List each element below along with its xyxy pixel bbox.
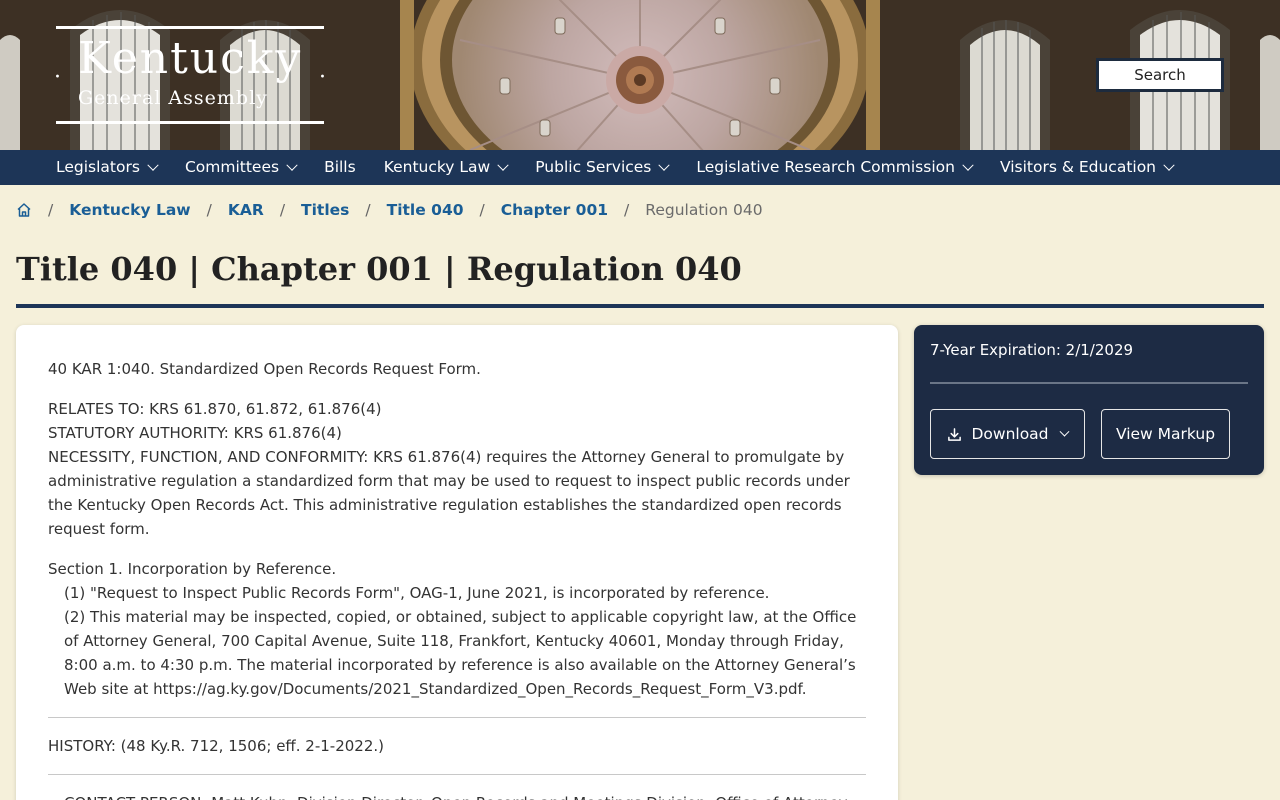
chevron-down-icon — [1059, 426, 1069, 437]
nav-item-public-services[interactable]: Public Services — [535, 150, 671, 185]
expiration-date: 7-Year Expiration: 2/1/2029 — [930, 341, 1134, 359]
nav-item-label: Kentucky Law — [383, 158, 491, 176]
divider — [48, 774, 866, 775]
chevron-down-icon — [658, 159, 671, 171]
nav-item-label: Visitors & Education — [999, 158, 1157, 176]
regulation-text: 40 KAR 1:040. Standardized Open Records … — [48, 357, 866, 800]
statutory-authority: STATUTORY AUTHORITY: KRS 61.876(4) — [48, 424, 342, 442]
download-label: Download — [971, 425, 1049, 443]
download-icon — [948, 427, 962, 441]
regulation-card: 40 KAR 1:040. Standardized Open Records … — [16, 325, 898, 800]
breadcrumb-separator: / — [479, 201, 485, 219]
breadcrumb-chapter-001[interactable]: Chapter 001 — [501, 201, 608, 219]
nav-item-label: Legislative Research Commission — [696, 158, 955, 176]
contact-person: CONTACT PERSON: Matt Kuhn, Division Dire… — [48, 791, 866, 800]
home-icon[interactable] — [16, 202, 32, 218]
breadcrumb-separator: / — [365, 201, 371, 219]
logo-subtitle: General Assembly — [78, 87, 268, 109]
site-header: · Kentucky · General Assembly Search — [0, 0, 1280, 150]
regulation-info-panel: 7-Year Expiration: 2/1/2029 Download Vie… — [914, 325, 1264, 475]
nav-item-bills[interactable]: Bills — [324, 150, 356, 185]
logo-dot-left: · — [54, 65, 61, 90]
site-logo[interactable]: · Kentucky · General Assembly — [54, 26, 326, 124]
breadcrumb: / Kentucky Law / KAR / Titles / Title 04… — [16, 198, 763, 222]
nav-item-kentucky-law[interactable]: Kentucky Law — [383, 150, 509, 185]
nav-item-label: Legislators — [56, 158, 140, 176]
view-markup-button[interactable]: View Markup — [1101, 409, 1230, 459]
nav-item-legislators[interactable]: Legislators — [56, 150, 159, 185]
breadcrumb-kar[interactable]: KAR — [228, 201, 264, 219]
relates-to: RELATES TO: KRS 61.870, 61.872, 61.876(4… — [48, 400, 382, 418]
chevron-down-icon — [1163, 159, 1175, 171]
title-divider — [16, 304, 1264, 308]
logo-dot-right: · — [319, 65, 326, 90]
chevron-down-icon — [147, 159, 159, 171]
nav-item-label: Public Services — [535, 158, 652, 176]
regulation-heading: 40 KAR 1:040. Standardized Open Records … — [48, 360, 481, 378]
breadcrumb-separator: / — [48, 201, 54, 219]
chevron-down-icon — [962, 159, 974, 171]
search-button[interactable]: Search — [1096, 58, 1224, 92]
section-1-item-1: (1) "Request to Inspect Public Records F… — [64, 584, 770, 602]
main-nav: Legislators Committees Bills Kentucky La… — [0, 150, 1280, 185]
download-button[interactable]: Download — [930, 409, 1085, 459]
logo-title: Kentucky — [78, 33, 303, 84]
breadcrumb-current: Regulation 040 — [645, 201, 763, 219]
breadcrumb-separator: / — [624, 201, 630, 219]
section-1-item-2: (2) This material may be inspected, copi… — [64, 608, 857, 698]
page-title: Title 040 | Chapter 001 | Regulation 040 — [16, 250, 742, 288]
chevron-down-icon — [286, 159, 298, 171]
divider — [48, 717, 866, 718]
nav-item-label: Bills — [324, 158, 356, 176]
breadcrumb-kentucky-law[interactable]: Kentucky Law — [69, 201, 190, 219]
breadcrumb-separator: / — [206, 201, 212, 219]
section-1-heading: Section 1. Incorporation by Reference. — [48, 560, 337, 578]
necessity-function: NECESSITY, FUNCTION, AND CONFORMITY: KRS… — [48, 448, 850, 538]
nav-item-committees[interactable]: Committees — [184, 150, 298, 185]
nav-item-label: Committees — [184, 158, 280, 176]
breadcrumb-titles[interactable]: Titles — [301, 201, 349, 219]
chevron-down-icon — [497, 159, 509, 171]
history: HISTORY: (48 Ky.R. 712, 1506; eff. 2-1-2… — [48, 737, 384, 755]
breadcrumb-separator: / — [279, 201, 286, 219]
nav-item-lrc[interactable]: Legislative Research Commission — [696, 150, 974, 185]
breadcrumb-title-040[interactable]: Title 040 — [387, 201, 464, 219]
nav-item-visitors-education[interactable]: Visitors & Education — [999, 150, 1175, 185]
panel-divider — [930, 382, 1248, 384]
